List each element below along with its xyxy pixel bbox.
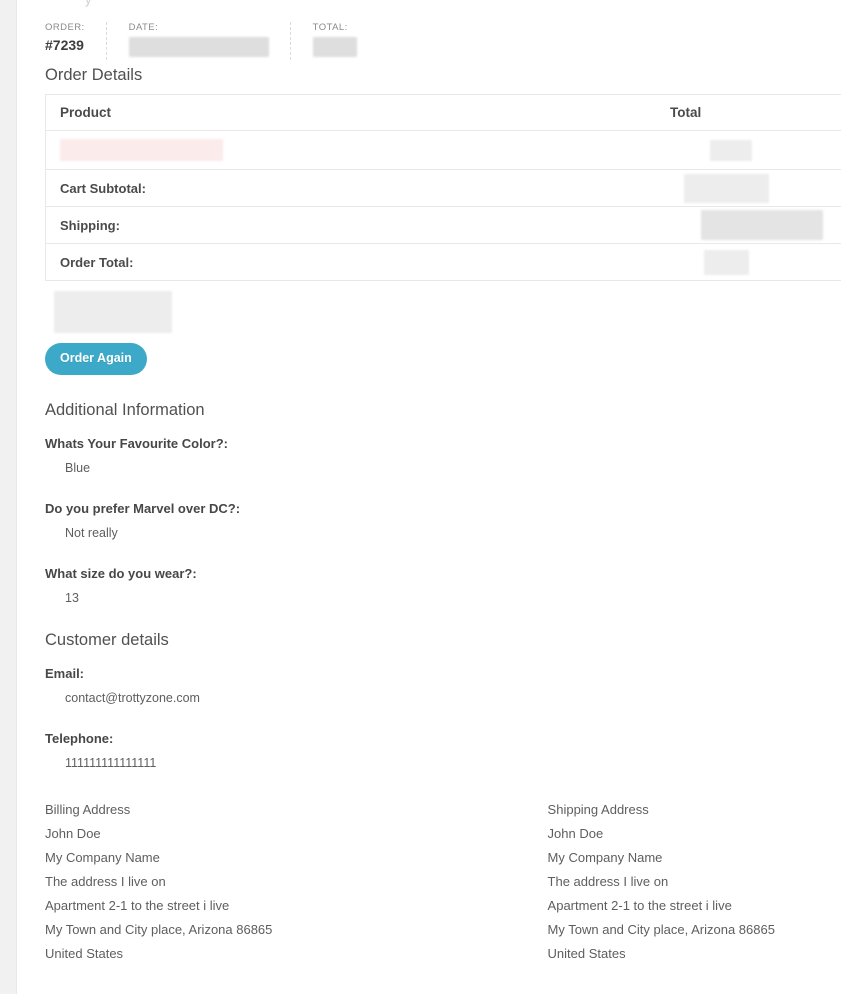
order-total-block: TOTAL: [312,22,379,60]
order-total-label: TOTAL: [312,22,348,33]
field-size-value: 13 [65,590,79,605]
field-email-label: Email: [45,665,85,681]
product-name-redaction [60,139,223,161]
field-marvel-dc-label: Do you prefer Marvel over DC?: [45,500,241,516]
order-date-label: DATE: [128,22,159,33]
billing-address-title: Billing Address [45,801,131,817]
page-gutter [0,0,16,994]
table-header-row: Product Total [46,95,841,131]
table-row-product [46,130,841,170]
clipped-top-text: y [85,0,92,7]
cart-subtotal-value-cell [656,169,841,207]
address-columns: Billing Address John Doe My Company Name… [45,798,841,966]
field-favourite-color: Whats Your Favourite Color?: Blue [45,435,841,477]
order-total-value-cell [656,243,841,281]
field-email-value: contact@trottyzone.com [65,690,200,705]
table-row-shipping: Shipping: [46,206,841,244]
order-meta-strip: ORDER: #7239 DATE: TOTAL: [45,0,841,60]
billing-address-line: My Company Name [45,849,160,865]
post-table-redaction [54,291,172,333]
shipping-address-title: Shipping Address [547,801,649,817]
billing-address-line: My Town and City place, Arizona 86865 [45,921,273,937]
order-again-row: Order Again [45,343,841,375]
shipping-address-line: John Doe [547,825,604,841]
billing-address-line: John Doe [45,825,101,841]
billing-address-block: Billing Address John Doe My Company Name… [45,798,548,966]
billing-address-line: United States [45,945,124,961]
shipping-value-cell [656,206,841,244]
cart-subtotal-label: Cart Subtotal: [46,169,656,207]
order-details-heading: Order Details [45,66,143,84]
field-favourite-color-label: Whats Your Favourite Color?: [45,435,228,451]
field-size-label: What size do you wear?: [45,565,197,581]
field-favourite-color-value: Blue [65,460,91,475]
shipping-label: Shipping: [46,206,656,244]
post-table-redaction-area [45,281,841,343]
field-telephone-value: 111111111111111 [65,755,157,770]
billing-address-line: The address I live on [45,873,166,889]
table-row-order-total: Order Total: [46,243,841,281]
shipping-address-line: My Town and City place, Arizona 86865 [547,921,775,937]
shipping-address-block: Shipping Address John Doe My Company Nam… [548,798,841,966]
field-size: What size do you wear?: 13 [45,565,841,607]
order-total-value-redaction [704,249,749,275]
order-number-value: #7239 [45,37,84,53]
order-total-label-cell: Order Total: [46,243,656,281]
product-total-cell [656,130,841,170]
order-view-page: y ORDER: #7239 DATE: TOTAL: Order Detail… [0,0,841,994]
order-date-block: DATE: [128,22,291,60]
table-row-cart-subtotal: Cart Subtotal: [46,169,841,207]
order-number-block: ORDER: #7239 [45,22,107,60]
order-date-redaction [128,37,269,57]
order-details-table-wrapper: Product Total Cart Subtotal: Shipping: O… [45,94,841,281]
shipping-address-line: United States [547,945,626,961]
shipping-address-line: The address I live on [547,873,669,889]
column-header-product: Product [46,95,656,131]
cart-subtotal-redaction [684,173,769,203]
shipping-address-line: Apartment 2-1 to the street i live [547,897,732,913]
field-email: Email: contact@trottyzone.com [45,665,841,707]
field-marvel-dc-value: Not really [65,525,118,540]
shipping-redaction [701,210,823,240]
field-telephone: Telephone: 111111111111111 [45,730,841,772]
order-number-label: ORDER: [45,22,85,33]
field-marvel-dc: Do you prefer Marvel over DC?: Not reall… [45,500,841,542]
order-content-panel: y ORDER: #7239 DATE: TOTAL: Order Detail… [16,0,841,994]
shipping-address-line: My Company Name [547,849,663,865]
product-name-cell [46,130,656,170]
product-total-redaction [710,139,752,161]
order-again-button[interactable]: Order Again [45,343,147,375]
order-total-redaction [312,37,357,57]
billing-address-line: Apartment 2-1 to the street i live [45,897,230,913]
customer-details-heading: Customer details [45,630,169,649]
additional-information-heading: Additional Information [45,400,205,419]
field-telephone-label: Telephone: [45,730,114,746]
column-header-total: Total [656,95,841,131]
order-details-table: Product Total Cart Subtotal: Shipping: O… [46,95,841,281]
